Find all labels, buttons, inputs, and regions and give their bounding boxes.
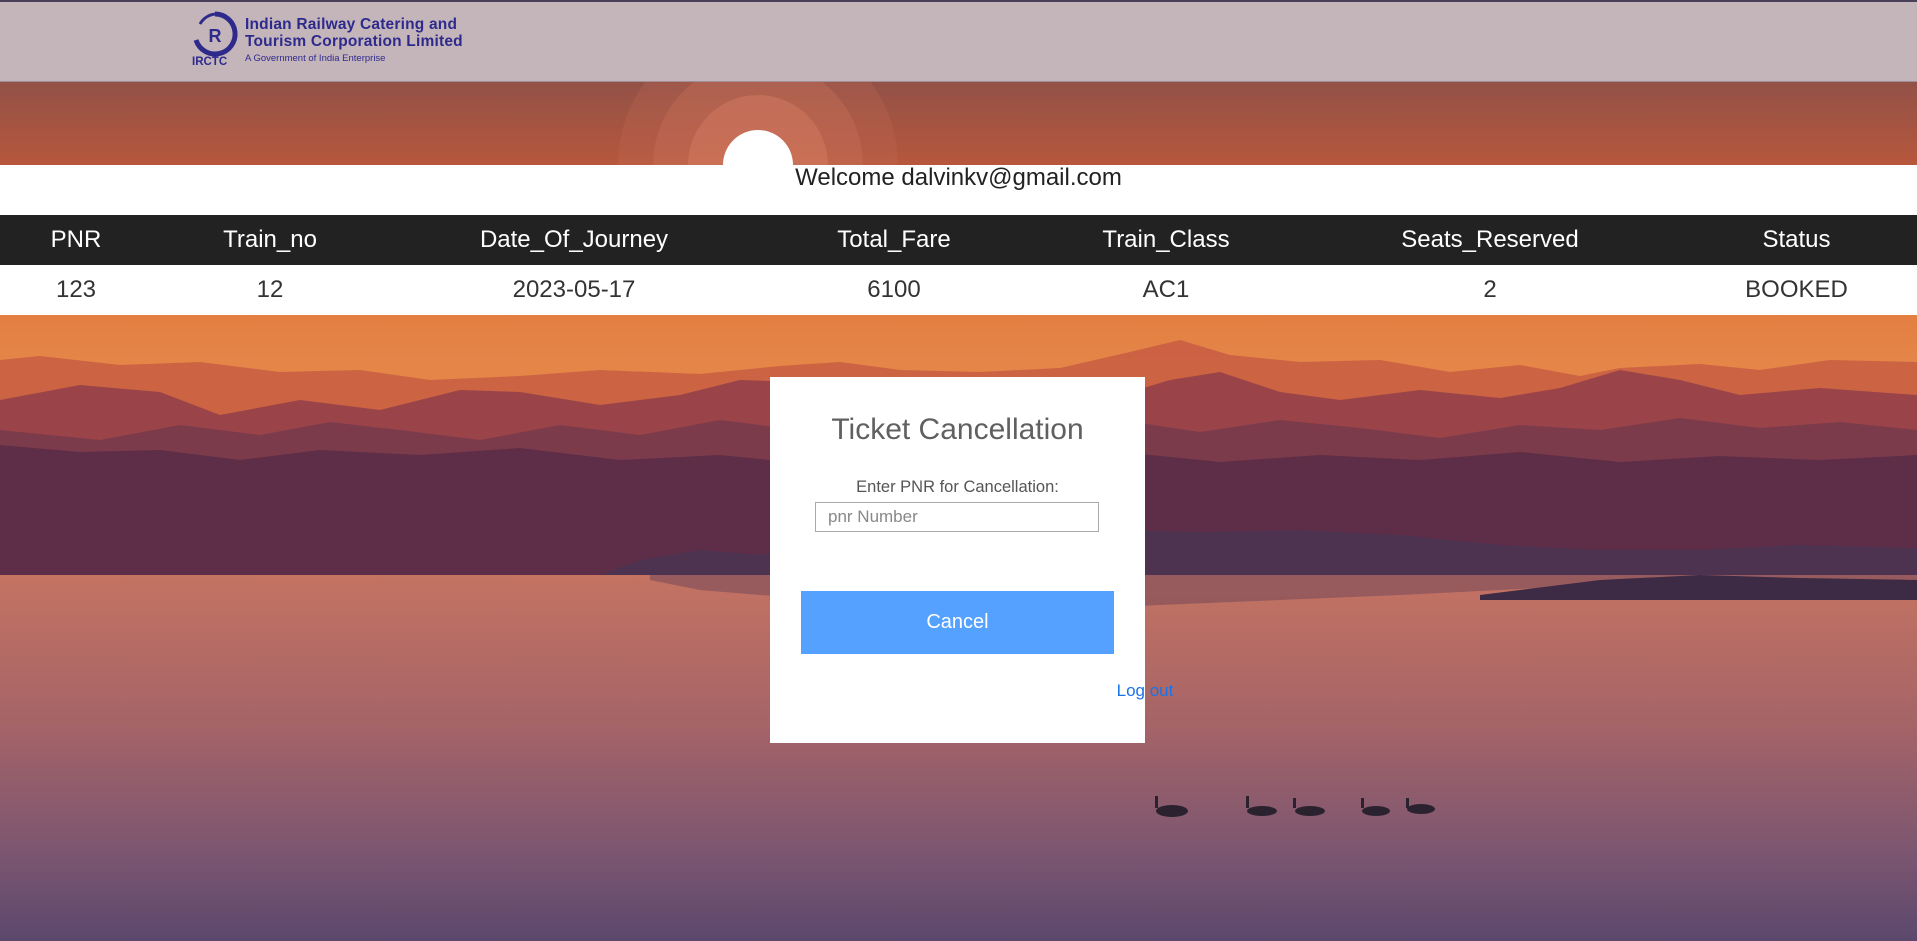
card-title: Ticket Cancellation <box>831 413 1084 446</box>
table-header-row: PNR Train_no Date_Of_Journey Total_Fare … <box>0 215 1917 265</box>
logo-text: Indian Railway Catering and Tourism Corp… <box>245 16 463 64</box>
logout-link[interactable]: Log out <box>958 681 1333 701</box>
svg-text:R: R <box>209 26 222 46</box>
pnr-input-label: Enter PNR for Cancellation: <box>856 478 1059 496</box>
cell-status: BOOKED <box>1676 265 1917 315</box>
column-header-train-class: Train_Class <box>1028 215 1304 265</box>
cell-train-no: 12 <box>152 265 388 315</box>
table-row: 123 12 2023-05-17 6100 AC1 2 BOOKED <box>0 265 1917 315</box>
column-header-total-fare: Total_Fare <box>760 215 1028 265</box>
logo-abbreviation: IRCTC <box>192 56 228 68</box>
ticket-cancellation-card: Ticket Cancellation Enter PNR for Cancel… <box>770 377 1173 743</box>
site-header: R Indian Railway Catering and Tourism Co… <box>0 0 1917 82</box>
irctc-logo[interactable]: R Indian Railway Catering and Tourism Co… <box>186 8 476 74</box>
column-header-pnr: PNR <box>0 215 152 265</box>
bookings-table: PNR Train_no Date_Of_Journey Total_Fare … <box>0 215 1917 315</box>
welcome-bar: Welcome dalvinkv@gmail.com <box>0 165 1917 215</box>
cell-date-of-journey: 2023-05-17 <box>388 265 760 315</box>
logo-tagline: A Government of India Enterprise <box>245 53 386 64</box>
irctc-emblem-icon: R <box>193 11 238 57</box>
welcome-text: Welcome dalvinkv@gmail.com <box>795 164 1122 191</box>
logo-line-1: Indian Railway Catering and <box>245 16 458 33</box>
column-header-date-of-journey: Date_Of_Journey <box>388 215 760 265</box>
cell-total-fare: 6100 <box>760 265 1028 315</box>
cell-train-class: AC1 <box>1028 265 1304 315</box>
column-header-train-no: Train_no <box>152 215 388 265</box>
cancel-button[interactable]: Cancel <box>801 591 1114 654</box>
pnr-input[interactable] <box>815 502 1099 532</box>
column-header-seats-reserved: Seats_Reserved <box>1304 215 1676 265</box>
logo-line-2: Tourism Corporation Limited <box>245 33 463 50</box>
column-header-status: Status <box>1676 215 1917 265</box>
cell-pnr: 123 <box>0 265 152 315</box>
cell-seats-reserved: 2 <box>1304 265 1676 315</box>
